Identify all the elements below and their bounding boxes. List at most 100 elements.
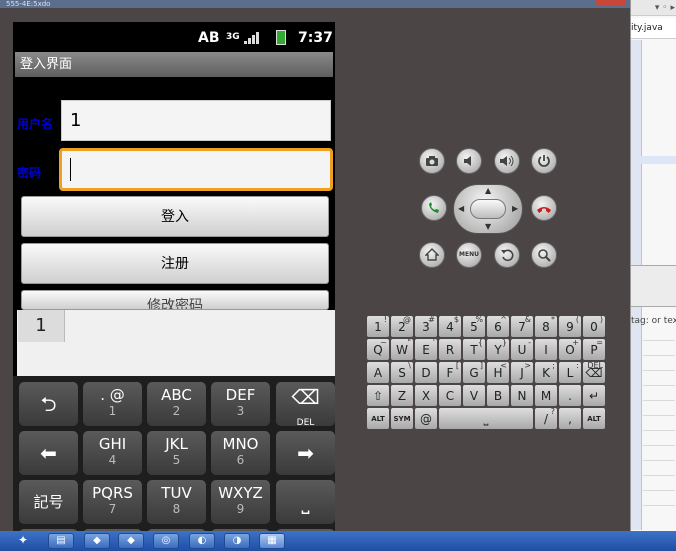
password-field[interactable] — [59, 148, 333, 191]
ime-key[interactable]: TUV 8 — [147, 480, 206, 524]
keyboard-key[interactable]: V — [463, 385, 485, 406]
ide-filter-hint[interactable]: tag: or tex — [631, 316, 676, 326]
keyboard-key[interactable]: 5% — [463, 315, 485, 337]
ime-key[interactable]: WXYZ 9 — [211, 480, 270, 524]
keyboard-key[interactable]: G] — [463, 361, 485, 383]
keyboard-key[interactable]: E ' — [415, 338, 437, 360]
keyboard-key[interactable]: Z — [391, 385, 413, 406]
dpad-up-icon: ▲ — [485, 186, 492, 195]
ime-key[interactable]: PQRS 7 — [83, 480, 142, 524]
keyboard-key[interactable]: /? — [535, 407, 557, 429]
username-label: 用户名 — [17, 117, 54, 131]
keyboard-key[interactable]: L: — [559, 361, 581, 383]
camera-icon[interactable] — [419, 148, 445, 174]
keyboard-key[interactable]: 2 @ — [391, 315, 413, 337]
ime-key[interactable]: ⎵ — [276, 480, 335, 524]
keyboard-key[interactable]: Y} — [487, 338, 509, 360]
keyboard-key[interactable]: C — [439, 385, 461, 406]
keyboard-key[interactable]: 7 & — [511, 315, 533, 337]
keyboard-key[interactable]: Q ~ — [367, 338, 389, 360]
login-button[interactable]: 登入 — [21, 196, 329, 237]
ide-view-toolbar — [631, 265, 676, 307]
search-icon[interactable] — [531, 242, 557, 268]
keyboard-key[interactable]: 8 * — [535, 315, 557, 337]
keyboard-key[interactable]: O + — [559, 338, 581, 360]
taskbar-app-icon[interactable]: ◑ — [224, 533, 250, 549]
call-icon[interactable] — [421, 195, 447, 221]
ime-key[interactable]: 記号 — [19, 480, 78, 524]
end-call-icon[interactable] — [531, 195, 557, 221]
keyboard-key[interactable]: J > — [511, 361, 533, 383]
keyboard-key[interactable]: P = — [583, 338, 605, 360]
ime-key[interactable]: ABC 2 — [147, 382, 206, 426]
taskbar-app-icon[interactable]: ◆ — [84, 533, 110, 549]
keyboard-key[interactable]: N — [511, 385, 533, 406]
keyboard-key[interactable]: 9( — [559, 315, 581, 337]
keyboard-key[interactable]: H < — [487, 361, 509, 383]
taskbar-app-icon[interactable]: ◐ — [189, 533, 215, 549]
text-cursor — [70, 158, 71, 181]
keyboard-key[interactable]: ALT — [583, 408, 605, 429]
taskbar-app-icon[interactable]: ◆ — [118, 533, 144, 549]
hardware-keyboard: 1! 2 @3 #4 $5% 6 ^ 7 & 8 * 9(0) Q ~ W " E ' R T{Y} U - I O + P = A S… — [367, 315, 611, 434]
ide-log-line — [643, 430, 675, 431]
keyboard-key[interactable]: ⌫ DEL — [583, 361, 605, 383]
username-field[interactable]: 1 — [61, 100, 331, 141]
keyboard-key[interactable]: A — [367, 362, 389, 383]
start-button[interactable]: ✦ — [12, 533, 34, 549]
ime-key[interactable]: . @1 — [83, 382, 142, 426]
ide-editor-tab[interactable]: ity.java — [631, 18, 676, 39]
keyboard-key[interactable]: W " — [391, 338, 413, 360]
keyboard-key[interactable]: X — [415, 385, 437, 406]
keyboard-key[interactable]: SYM — [391, 408, 413, 429]
keyboard-key[interactable]: T{ — [463, 338, 485, 360]
ime-candidate[interactable]: 1 — [18, 310, 65, 342]
keyboard-key[interactable]: ALT — [367, 408, 389, 429]
ime-key[interactable]: DEF 3 — [211, 382, 270, 426]
change-password-button[interactable]: 修改密码 — [21, 290, 329, 310]
menu-button[interactable]: MENU — [456, 242, 482, 268]
keyboard-key[interactable]: 6 ^ — [487, 315, 509, 337]
power-icon[interactable] — [531, 148, 557, 174]
phone-screen: AB 3G 7:37 登入界面 用户名 1 密码 登入 注册 修改密码 1 ⮌.… — [13, 22, 335, 531]
volume-up-icon[interactable] — [494, 148, 520, 174]
keyboard-key[interactable]: 0) — [583, 315, 605, 337]
keyboard-key[interactable]: . — [559, 385, 581, 406]
keyboard-key[interactable]: U- — [511, 338, 533, 360]
back-icon[interactable] — [494, 242, 520, 268]
keyboard-key[interactable]: @ — [415, 408, 437, 429]
ide-log-line — [643, 445, 675, 446]
keyboard-key[interactable]: B — [487, 385, 509, 406]
ide-log-line — [643, 460, 675, 461]
home-icon[interactable] — [419, 242, 445, 268]
ime-key[interactable]: ⮌ — [19, 382, 78, 426]
register-button[interactable]: 注册 — [21, 243, 329, 284]
ime-key[interactable]: JKL 5 — [147, 431, 206, 475]
keyboard-key[interactable]: D — [415, 362, 437, 383]
keyboard-key[interactable]: 1! — [367, 315, 389, 337]
keyboard-key[interactable]: S \ — [391, 361, 413, 383]
dpad-center-button[interactable] — [470, 199, 506, 219]
keyboard-key[interactable]: ↵ — [583, 385, 605, 406]
ime-key[interactable]: ⌫ DEL — [276, 382, 335, 428]
ime-key[interactable]: GHI 4 — [83, 431, 142, 475]
keyboard-key[interactable]: 4 $ — [439, 315, 461, 337]
window-close-button[interactable] — [596, 0, 626, 6]
keyboard-key[interactable]: , — [559, 408, 581, 429]
taskbar-app-icon[interactable]: ▦ — [259, 533, 285, 549]
keyboard-key[interactable]: ⇧ — [367, 385, 389, 406]
ime-key[interactable]: ➡ — [276, 431, 335, 475]
ime-key[interactable]: ⬅ — [19, 431, 78, 475]
keyboard-key[interactable]: R — [439, 339, 461, 360]
keyboard-key[interactable]: ⎵ — [439, 408, 533, 429]
taskbar-app-icon[interactable]: ◎ — [153, 533, 179, 549]
keyboard-key[interactable]: M — [535, 385, 557, 406]
ime-key[interactable]: MNO 6 — [211, 431, 270, 475]
keyboard-key[interactable]: F[ — [439, 361, 461, 383]
volume-down-icon[interactable] — [456, 148, 482, 174]
keyboard-key[interactable]: K; — [535, 361, 557, 383]
keyboard-key[interactable]: I — [535, 339, 557, 360]
keyboard-key[interactable]: 3 # — [415, 315, 437, 337]
taskbar-explorer-icon[interactable]: ▤ — [48, 533, 74, 549]
ide-panel: ▾ ◦ ▸ ity.java tag: or tex — [630, 0, 676, 531]
